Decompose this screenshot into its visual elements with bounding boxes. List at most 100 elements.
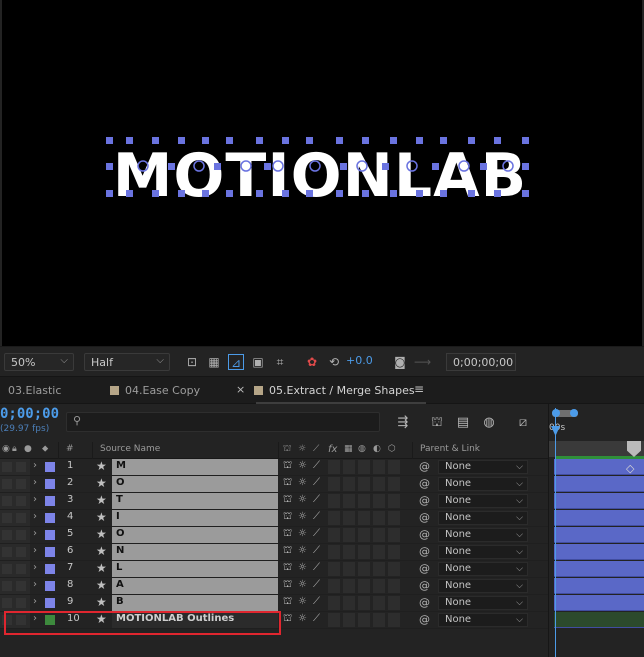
layer-switches[interactable]: ⛫ ☼ ⟋ bbox=[280, 612, 410, 628]
shy-switch-icon[interactable]: ⛫ bbox=[283, 511, 292, 524]
mask-visibility-icon[interactable]: ⊿ bbox=[228, 354, 244, 370]
layer-switches[interactable]: ⛫ ☼ ⟋ bbox=[280, 561, 410, 577]
layer-switches[interactable]: ⛫ ☼ ⟋ bbox=[280, 544, 410, 560]
pick-whip-icon[interactable]: @ bbox=[419, 613, 430, 626]
close-icon[interactable]: × bbox=[236, 383, 245, 396]
av-switches[interactable] bbox=[0, 544, 30, 560]
shy-switch-icon[interactable]: ⛫ bbox=[283, 596, 292, 609]
quality-switch-icon[interactable]: ⟋ bbox=[313, 477, 320, 488]
current-time[interactable]: 0;00;00 bbox=[0, 406, 59, 422]
color-channel-icon[interactable]: ✿ bbox=[304, 354, 320, 370]
frame-blending-icon[interactable]: ▤ bbox=[454, 414, 472, 432]
shy-switch-icon[interactable]: ⛫ bbox=[283, 579, 292, 592]
layer-label-color[interactable] bbox=[45, 564, 55, 574]
layer-label-color[interactable] bbox=[45, 598, 55, 608]
collapse-switch-icon[interactable]: ☼ bbox=[298, 545, 307, 556]
layer-switches[interactable]: ⛫ ☼ ⟋ bbox=[280, 476, 410, 492]
motion-blur-icon[interactable]: ◍ bbox=[480, 414, 498, 432]
pick-whip-icon[interactable]: @ bbox=[419, 460, 430, 473]
layer-duration-bar[interactable] bbox=[554, 493, 644, 509]
shy-switch-icon[interactable]: ⛫ bbox=[283, 477, 292, 490]
layer-name-cell[interactable]: A bbox=[112, 578, 278, 594]
av-switches[interactable] bbox=[0, 527, 30, 543]
shy-switch-icon[interactable]: ⛫ bbox=[283, 562, 292, 575]
parent-dropdown[interactable]: None ⌵ bbox=[438, 545, 528, 559]
layer-duration-bar[interactable] bbox=[554, 476, 644, 492]
av-switches[interactable] bbox=[0, 578, 30, 594]
expand-arrow-icon[interactable]: › bbox=[33, 596, 37, 607]
column-number[interactable]: # bbox=[66, 444, 74, 454]
layer-row[interactable]: › 5 ★ O ⛫ ☼ ⟋ @ None ⌵ bbox=[0, 527, 548, 544]
quality-switch-icon[interactable]: ⟋ bbox=[313, 494, 320, 505]
av-switches[interactable] bbox=[0, 510, 30, 526]
layer-switches[interactable]: ⛫ ☼ ⟋ bbox=[280, 510, 410, 526]
layer-label-color[interactable] bbox=[45, 547, 55, 557]
exposure-value[interactable]: +0.0 bbox=[346, 354, 373, 367]
layer-row[interactable]: › 2 ★ O ⛫ ☼ ⟋ @ None ⌵ bbox=[0, 476, 548, 493]
layer-label-color[interactable] bbox=[45, 513, 55, 523]
parent-dropdown[interactable]: None ⌵ bbox=[438, 562, 528, 576]
layer-search-input[interactable]: ⚲ bbox=[66, 412, 380, 432]
layer-row[interactable]: › 7 ★ L ⛫ ☼ ⟋ @ None ⌵ bbox=[0, 561, 548, 578]
layer-label-color[interactable] bbox=[45, 581, 55, 591]
quality-switch-icon[interactable]: ⟋ bbox=[313, 579, 320, 590]
layer-name-cell[interactable]: M bbox=[112, 459, 278, 475]
zoom-dropdown[interactable]: 50% ⌵ bbox=[4, 353, 74, 371]
parent-dropdown[interactable]: None ⌵ bbox=[438, 460, 528, 474]
layer-label-color[interactable] bbox=[45, 479, 55, 489]
snapshot-icon[interactable]: ◙ bbox=[392, 354, 408, 370]
collapse-switch-icon[interactable]: ☼ bbox=[298, 494, 307, 505]
layer-duration-bar[interactable] bbox=[554, 561, 644, 577]
layer-name-cell[interactable]: I bbox=[112, 510, 278, 526]
layer-switches[interactable]: ⛫ ☼ ⟋ bbox=[280, 527, 410, 543]
quality-switch-icon[interactable]: ⟋ bbox=[313, 545, 320, 556]
expand-arrow-icon[interactable]: › bbox=[33, 528, 37, 539]
guides-icon[interactable]: ▣ bbox=[250, 354, 266, 370]
expand-arrow-icon[interactable]: › bbox=[33, 545, 37, 556]
layer-name-cell[interactable]: L bbox=[112, 561, 278, 577]
shy-switch-icon[interactable]: ⛫ bbox=[283, 460, 292, 473]
layer-row[interactable]: › 9 ★ B ⛫ ☼ ⟋ @ None ⌵ bbox=[0, 595, 548, 612]
tab-ease-copy[interactable]: 04.Ease Copy bbox=[110, 384, 200, 397]
collapse-switch-icon[interactable]: ☼ bbox=[298, 477, 307, 488]
lock-icon[interactable]: 🔒︎ bbox=[12, 444, 17, 454]
layer-switches[interactable]: ⛫ ☼ ⟋ bbox=[280, 595, 410, 611]
pick-whip-icon[interactable]: @ bbox=[419, 545, 430, 558]
layer-switches[interactable]: ⛫ ☼ ⟋ bbox=[280, 493, 410, 509]
eye-icon[interactable]: ◉ bbox=[2, 444, 10, 454]
expand-arrow-icon[interactable]: › bbox=[33, 562, 37, 573]
collapse-switch-icon[interactable]: ☼ bbox=[298, 613, 307, 624]
parent-dropdown[interactable]: None ⌵ bbox=[438, 613, 528, 627]
parent-dropdown[interactable]: None ⌵ bbox=[438, 494, 528, 508]
column-source-name[interactable]: Source Name bbox=[100, 444, 160, 454]
viewer-timecode[interactable]: 0;00;00;00 bbox=[446, 353, 516, 371]
expand-arrow-icon[interactable]: › bbox=[33, 579, 37, 590]
layer-name-cell[interactable]: O bbox=[112, 476, 278, 492]
label-tag-icon[interactable]: ⬥ bbox=[42, 444, 48, 454]
collapse-switch-icon[interactable]: ☼ bbox=[298, 511, 307, 522]
layer-row[interactable]: › 8 ★ A ⛫ ☼ ⟋ @ None ⌵ bbox=[0, 578, 548, 595]
layer-name-cell[interactable]: T bbox=[112, 493, 278, 509]
layer-label-color[interactable] bbox=[45, 530, 55, 540]
parent-dropdown[interactable]: None ⌵ bbox=[438, 528, 528, 542]
composition-mini-flowchart-icon[interactable]: ⇶ bbox=[394, 414, 412, 432]
layer-row[interactable]: › 6 ★ N ⛫ ☼ ⟋ @ None ⌵ bbox=[0, 544, 548, 561]
layer-name-cell[interactable]: N bbox=[112, 544, 278, 560]
quality-switch-icon[interactable]: ⟋ bbox=[313, 562, 320, 573]
tab-extract-merge-shapes[interactable]: 05.Extract / Merge Shapes bbox=[254, 384, 415, 397]
layer-duration-bar[interactable] bbox=[554, 544, 644, 560]
layer-duration-bar[interactable] bbox=[554, 595, 644, 611]
keyframe-icon[interactable]: ◇ bbox=[626, 462, 634, 475]
quality-switch-icon[interactable]: ⟋ bbox=[313, 528, 320, 539]
layer-row[interactable]: › 1 ★ M ⛫ ☼ ⟋ @ None ⌵ bbox=[0, 459, 548, 476]
layer-switches[interactable]: ⛫ ☼ ⟋ bbox=[280, 578, 410, 594]
av-switches[interactable] bbox=[0, 476, 30, 492]
quality-switch-icon[interactable]: ⟋ bbox=[313, 460, 320, 471]
av-switches[interactable] bbox=[0, 595, 30, 611]
resolution-dropdown[interactable]: Half ⌵ bbox=[84, 353, 170, 371]
region-of-interest-icon[interactable]: ⊡ bbox=[184, 354, 200, 370]
shy-layers-icon[interactable]: ⛫ bbox=[428, 414, 446, 432]
shy-switch-icon[interactable]: ⛫ bbox=[283, 545, 292, 558]
layer-duration-bar[interactable] bbox=[554, 510, 644, 526]
collapse-switch-icon[interactable]: ☼ bbox=[298, 460, 307, 471]
